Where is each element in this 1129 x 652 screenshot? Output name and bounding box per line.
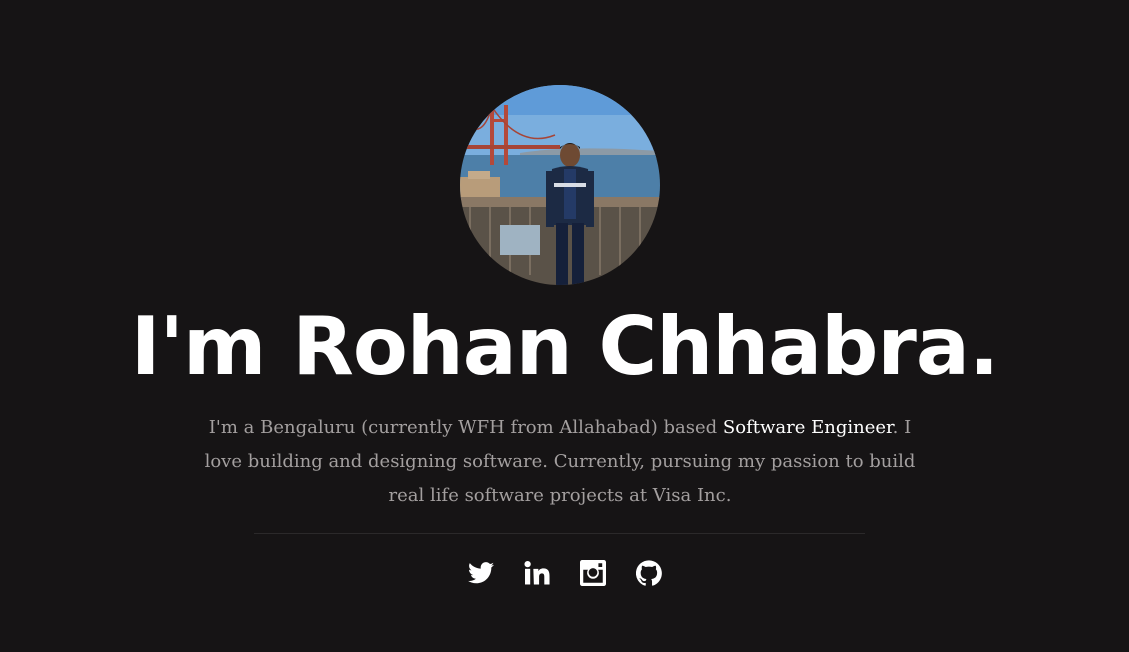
instagram-icon [579,560,606,586]
divider [254,533,865,534]
twitter-link[interactable] [467,556,494,590]
social-links [0,556,1129,590]
linkedin-icon [523,561,550,585]
hero-section: I'm Rohan Chhabra. I'm a Bengaluru (curr… [0,0,1129,652]
intro-paragraph: I'm a Bengaluru (currently WFH from Alla… [200,411,920,513]
profile-photo [460,85,660,285]
job-title-highlight: Software Engineer [722,417,893,438]
github-icon [635,560,662,586]
linkedin-link[interactable] [523,556,550,590]
twitter-icon [467,562,494,584]
instagram-link[interactable] [579,556,606,590]
github-link[interactable] [635,556,662,590]
intro-lead-text: I'm a Bengaluru (currently WFH from Alla… [208,417,723,438]
page-title: I'm Rohan Chhabra. [130,300,999,393]
